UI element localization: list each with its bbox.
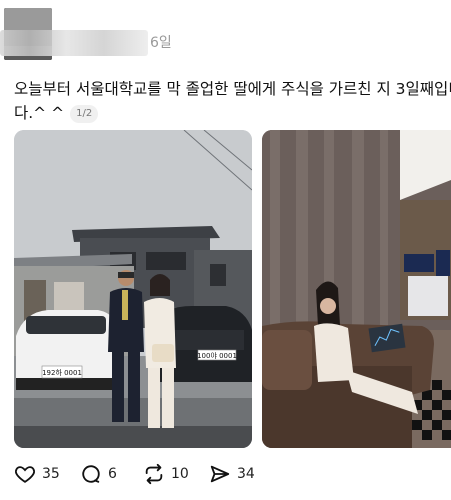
- repost-icon: [145, 463, 163, 485]
- repost-count: 10: [171, 466, 189, 482]
- plate-left: 192하 0001: [42, 368, 82, 377]
- post-time: 6일: [150, 35, 172, 51]
- repost-button[interactable]: 10: [143, 460, 189, 488]
- like-count: 35: [42, 466, 60, 482]
- post-text-line1: 오늘부터 서울대학교를 막 졸업한 딸에게 주식을 가르친 지 3일째입니: [14, 80, 451, 98]
- comment-button[interactable]: 6: [80, 460, 117, 488]
- post-text: 오늘부터 서울대학교를 막 졸업한 딸에게 주식을 가르친 지 3일째입니 다.…: [14, 77, 451, 125]
- comment-icon: [82, 465, 100, 483]
- plate-right: 100야 0001: [197, 351, 237, 360]
- page-indicator: 1/2: [70, 105, 99, 123]
- photo-couple-cars[interactable]: 192하 0001 100야 0001: [14, 130, 252, 448]
- share-button[interactable]: 34: [209, 460, 255, 488]
- username-blurred[interactable]: [0, 30, 148, 56]
- share-count: 34: [237, 466, 255, 482]
- post-actions: 35 6 10 34: [14, 460, 314, 488]
- comment-count: 6: [108, 466, 117, 482]
- send-icon: [210, 465, 230, 483]
- photo-woman-sofa[interactable]: [262, 130, 451, 448]
- heart-icon: [15, 466, 35, 483]
- like-button[interactable]: 35: [14, 460, 60, 488]
- post-text-line2: 다.^ ^: [14, 104, 65, 122]
